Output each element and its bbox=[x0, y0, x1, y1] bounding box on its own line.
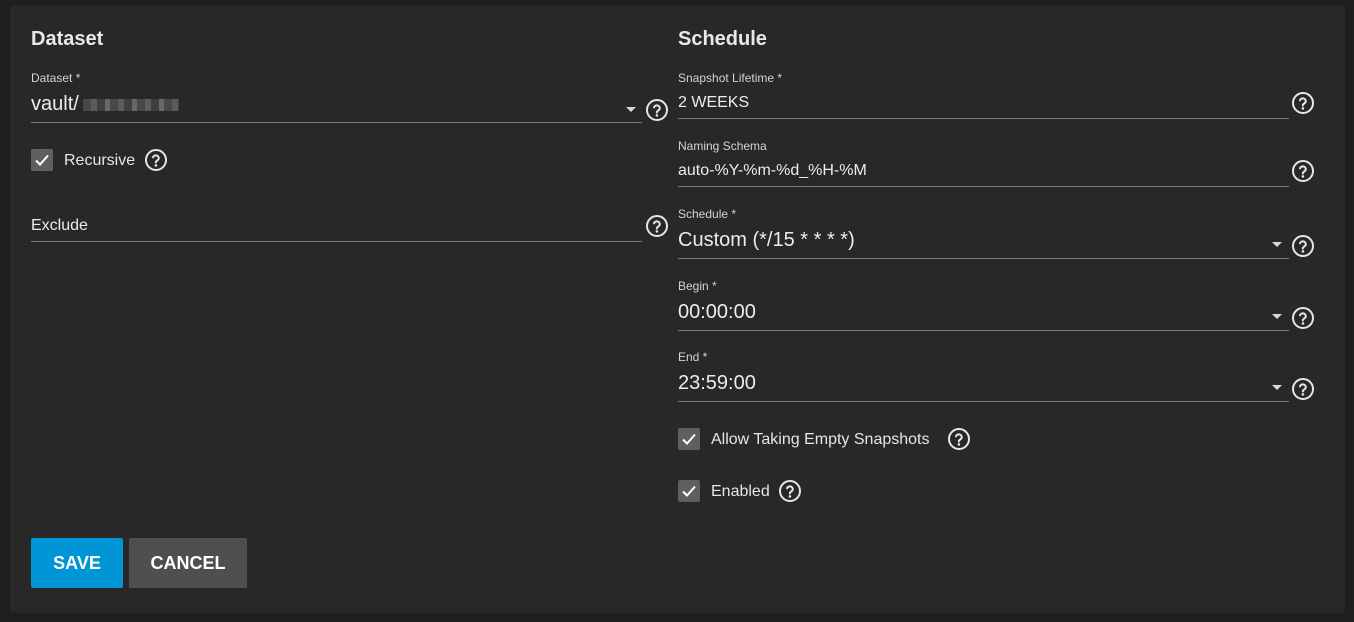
begin-value: 00:00:00 bbox=[678, 301, 756, 323]
enabled-checkbox[interactable] bbox=[678, 480, 700, 502]
help-circle-icon[interactable] bbox=[144, 148, 168, 172]
enabled-label: Enabled bbox=[711, 483, 770, 500]
snapshot-lifetime-input[interactable]: Snapshot Lifetime * 2 WEEKS bbox=[678, 71, 1318, 127]
snapshot-task-form: Dataset Dataset * vault/ Recursive Exclu… bbox=[10, 5, 1345, 613]
allow-empty-snapshots-checkbox[interactable] bbox=[678, 428, 700, 450]
caret-down-icon[interactable] bbox=[1272, 242, 1282, 247]
save-button[interactable]: SAVE bbox=[31, 538, 123, 588]
help-circle-icon[interactable] bbox=[1291, 306, 1315, 330]
help-circle-icon[interactable] bbox=[778, 479, 802, 503]
dataset-label: Dataset * bbox=[31, 71, 81, 85]
recursive-checkbox[interactable] bbox=[31, 149, 53, 171]
help-circle-icon[interactable] bbox=[1291, 234, 1315, 258]
help-circle-icon[interactable] bbox=[1291, 159, 1315, 183]
dataset-section-title: Dataset bbox=[31, 28, 104, 50]
snapshot-lifetime-label: Snapshot Lifetime * bbox=[678, 71, 783, 85]
dataset-select[interactable]: Dataset * vault/ bbox=[31, 71, 671, 129]
exclude-label: Exclude bbox=[31, 217, 88, 234]
redacted-dataset-name bbox=[83, 99, 179, 111]
recursive-label: Recursive bbox=[64, 152, 136, 169]
help-circle-icon[interactable] bbox=[1291, 377, 1315, 401]
end-value: 23:59:00 bbox=[678, 372, 756, 394]
check-icon bbox=[682, 485, 696, 497]
help-circle-icon[interactable] bbox=[645, 98, 669, 122]
begin-label: Begin * bbox=[678, 279, 717, 293]
exclude-underline bbox=[31, 241, 642, 242]
help-circle-icon[interactable] bbox=[1291, 91, 1315, 115]
check-icon bbox=[682, 433, 696, 445]
schedule-select[interactable]: Schedule * Custom (*/15 * * * *) bbox=[678, 207, 1318, 267]
end-time-select[interactable]: End * 23:59:00 bbox=[678, 350, 1318, 410]
dataset-underline bbox=[31, 122, 642, 123]
allow-empty-snapshots-label: Allow Taking Empty Snapshots bbox=[711, 431, 930, 448]
schedule-section-title: Schedule bbox=[678, 28, 767, 50]
end-underline bbox=[678, 401, 1289, 402]
naming-schema-underline bbox=[678, 186, 1289, 187]
naming-schema-input[interactable]: Naming Schema auto-%Y-%m-%d_%H-%M bbox=[678, 139, 1318, 195]
check-icon bbox=[35, 154, 49, 166]
naming-schema-label: Naming Schema bbox=[678, 139, 767, 153]
naming-schema-value: auto-%Y-%m-%d_%H-%M bbox=[678, 162, 867, 179]
end-label: End * bbox=[678, 350, 708, 364]
dataset-value: vault/ bbox=[31, 93, 79, 115]
exclude-input[interactable]: Exclude bbox=[31, 212, 671, 252]
caret-down-icon[interactable] bbox=[1272, 385, 1282, 390]
cancel-button[interactable]: CANCEL bbox=[129, 538, 247, 588]
schedule-underline bbox=[678, 258, 1289, 259]
snapshot-lifetime-value: 2 WEEKS bbox=[678, 94, 750, 111]
caret-down-icon[interactable] bbox=[626, 107, 636, 112]
begin-time-select[interactable]: Begin * 00:00:00 bbox=[678, 279, 1318, 339]
caret-down-icon[interactable] bbox=[1272, 314, 1282, 319]
begin-underline bbox=[678, 330, 1289, 331]
help-circle-icon[interactable] bbox=[645, 214, 669, 238]
snapshot-lifetime-underline bbox=[678, 118, 1289, 119]
schedule-label: Schedule * bbox=[678, 207, 737, 221]
schedule-value: Custom (*/15 * * * *) bbox=[678, 229, 855, 251]
help-circle-icon[interactable] bbox=[947, 427, 971, 451]
